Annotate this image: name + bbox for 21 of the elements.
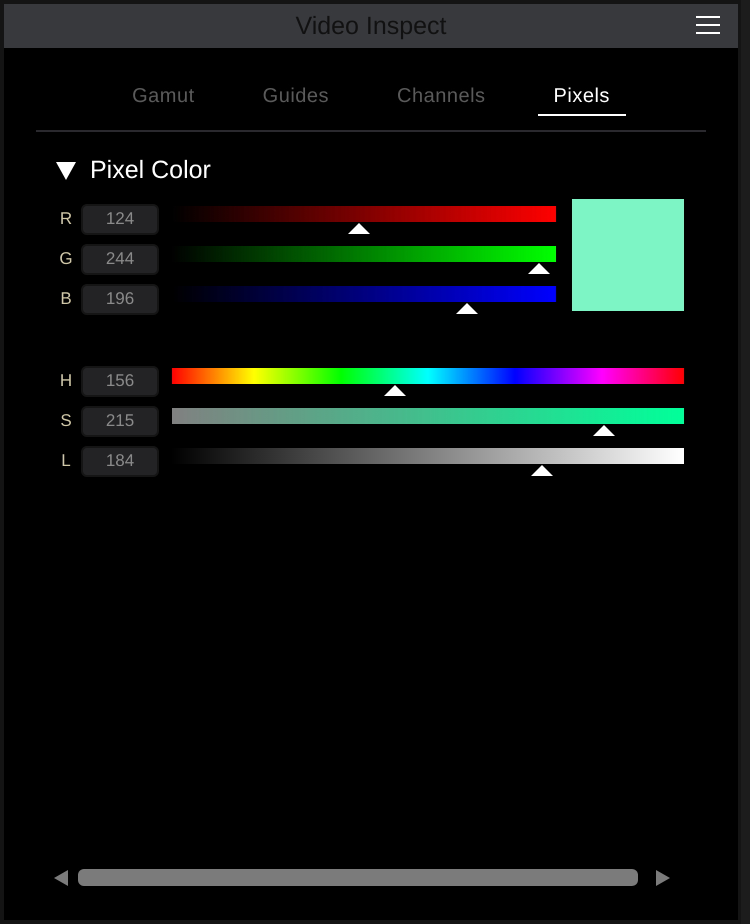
channel-label: G: [58, 249, 74, 269]
tab[interactable]: Gamut: [116, 85, 211, 116]
channel-label: B: [59, 289, 73, 309]
section-header[interactable]: Pixel Color: [56, 156, 738, 185]
scroll-left-icon[interactable]: [54, 870, 68, 886]
value-field[interactable]: 196: [81, 284, 159, 314]
channel-label: L: [60, 451, 72, 471]
value-field[interactable]: 184: [81, 446, 159, 476]
scrollbar-thumb[interactable]: [78, 869, 638, 886]
channel-label: S: [59, 411, 73, 431]
scroll-right-icon[interactable]: [656, 870, 670, 886]
value-field[interactable]: 156: [81, 366, 159, 396]
tab[interactable]: Pixels: [538, 85, 626, 116]
value-field[interactable]: 124: [81, 204, 159, 234]
tab[interactable]: Channels: [381, 85, 502, 116]
menu-icon[interactable]: [696, 15, 720, 35]
tab[interactable]: Guides: [246, 85, 346, 116]
channel-label: R: [58, 209, 74, 229]
channel-label: H: [58, 371, 74, 391]
value-field[interactable]: 215: [81, 406, 159, 436]
value-field[interactable]: 244: [81, 244, 159, 274]
